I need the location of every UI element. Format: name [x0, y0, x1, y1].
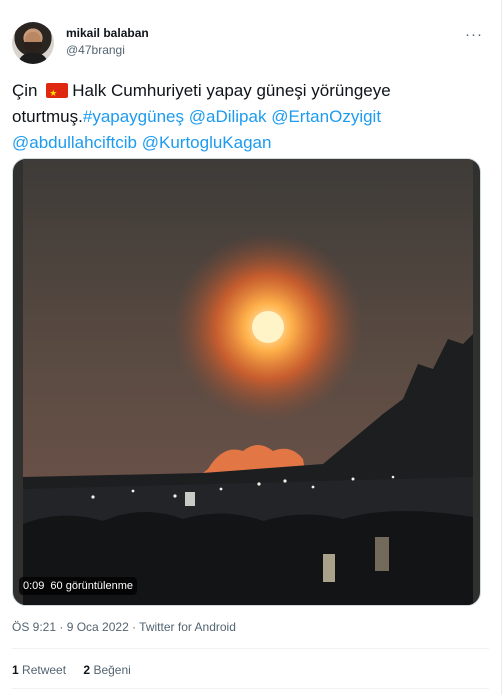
divider: [12, 688, 489, 689]
tweet: mikail balaban @47brangi ··· Çin Halk Cu…: [0, 0, 502, 695]
tweet-text: Çin Halk Cumhuriyeti yapay güneşi yörüng…: [12, 78, 482, 156]
hashtag-link[interactable]: #yapaygüneş: [83, 107, 184, 126]
divider: [12, 648, 489, 649]
mention-link[interactable]: @abdullahciftcib: [12, 133, 137, 152]
video-duration: 0:09: [23, 580, 45, 592]
mention-link[interactable]: @ErtanOzyigit: [271, 107, 381, 126]
mention-link[interactable]: @aDilipak: [189, 107, 267, 126]
avatar[interactable]: [12, 22, 54, 64]
retweet-count-number: 1: [12, 663, 19, 677]
like-count[interactable]: 2 Beğeni: [83, 663, 130, 677]
like-label: Beğeni: [93, 663, 131, 677]
tweet-timestamp[interactable]: ÖS 9:21 · 9 Oca 2022 · Twitter for Andro…: [12, 620, 236, 634]
video-views: 60 görüntülenme: [50, 580, 133, 592]
video-thumbnail: [23, 159, 473, 605]
author-name[interactable]: mikail balaban: [66, 26, 149, 40]
retweet-count[interactable]: 1 Retweet: [12, 663, 66, 677]
tweet-header: mikail balaban @47brangi ···: [12, 22, 489, 66]
china-flag-icon: [46, 80, 69, 106]
video-info-badge: 0:09 60 görüntülenme: [19, 577, 137, 595]
like-count-number: 2: [83, 663, 91, 677]
video-player[interactable]: [12, 158, 481, 606]
more-options-icon[interactable]: ···: [465, 26, 483, 43]
engagement-stats: 1 Retweet 2 Beğeni: [12, 663, 145, 677]
retweet-label: Retweet: [22, 663, 67, 677]
tweet-text-start: Çin: [12, 81, 43, 100]
author-handle[interactable]: @47brangi: [66, 43, 125, 57]
mention-link[interactable]: @KurtogluKagan: [142, 133, 272, 152]
